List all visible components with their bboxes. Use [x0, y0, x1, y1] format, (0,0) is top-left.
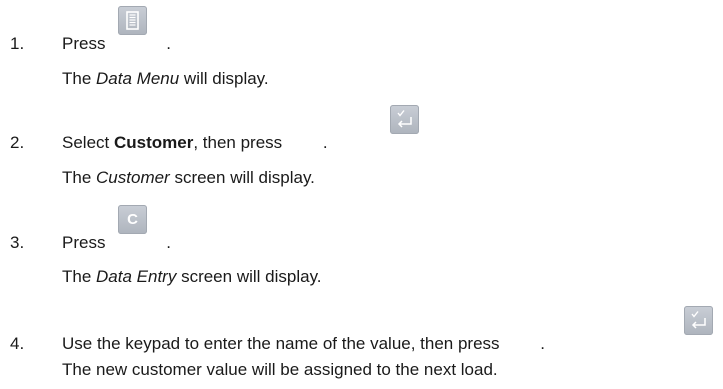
data-menu-key-icon	[118, 6, 147, 35]
enter-key-icon	[390, 105, 419, 134]
step-result: The new customer value will be assigned …	[62, 360, 498, 379]
step-instruction: Press .	[62, 34, 171, 53]
step-instruction: Select Customer, then press .	[62, 133, 328, 152]
step-number: 2.	[10, 133, 25, 152]
step-result: The Data Entry screen will display.	[62, 267, 322, 286]
step-number: 1.	[10, 34, 25, 53]
step-number: 3.	[10, 233, 25, 252]
step-result: The Data Menu will display.	[62, 69, 269, 88]
step-result: The Customer screen will display.	[62, 168, 315, 187]
step-number: 4.	[10, 334, 25, 353]
c-key-icon: C	[118, 205, 147, 234]
step-instruction: Press .	[62, 233, 171, 252]
step-instruction: Use the keypad to enter the name of the …	[62, 334, 546, 353]
enter-key-icon	[684, 306, 713, 335]
